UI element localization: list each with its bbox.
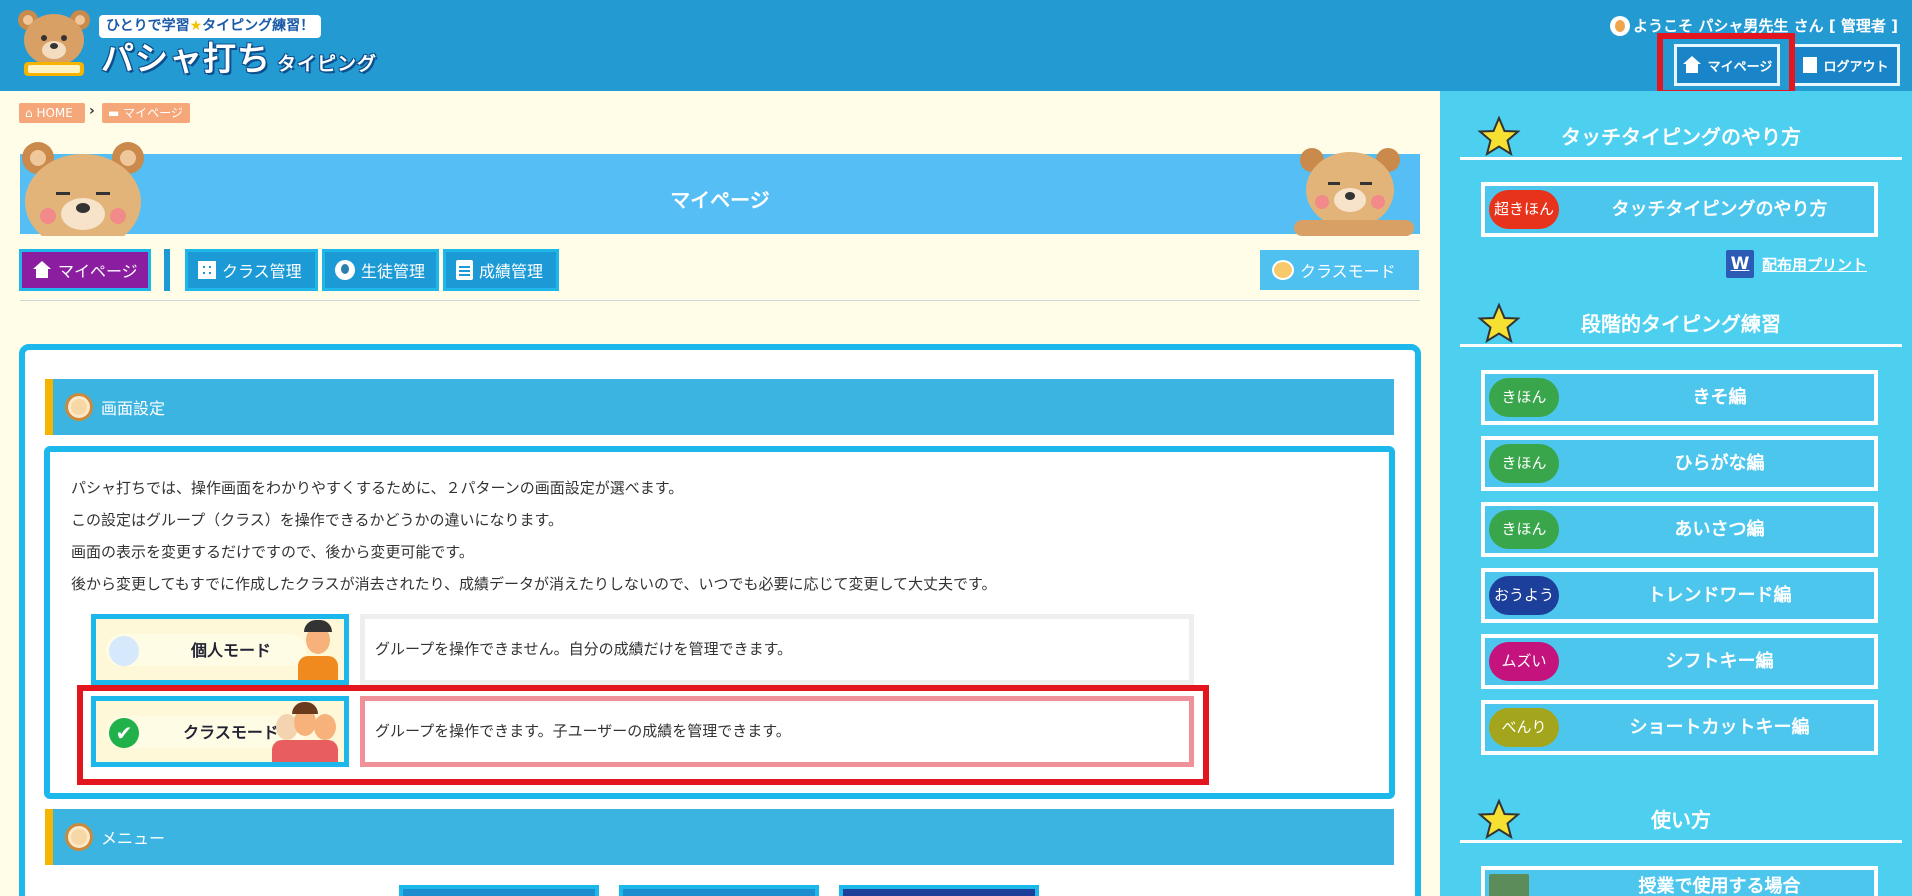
sidebar-item-basics[interactable]: きほん きそ編 bbox=[1481, 370, 1878, 425]
logout-label: ログアウト bbox=[1823, 59, 1889, 75]
sidebar-heading-usage: 使い方 bbox=[1460, 797, 1902, 843]
highlight-box-mypage bbox=[1657, 33, 1795, 96]
sidebar-item-label: 授業で使用する場合 bbox=[1638, 875, 1801, 896]
class-mode-label: クラスモード bbox=[1300, 262, 1396, 281]
student-icon bbox=[335, 260, 355, 280]
menu-card[interactable] bbox=[399, 885, 599, 896]
nav-divider bbox=[164, 249, 170, 291]
bear-face-left-icon bbox=[22, 142, 144, 236]
tagline: ひとりで学習★タイピング練習！ bbox=[99, 15, 322, 38]
bear-mascot-logo-icon[interactable] bbox=[16, 8, 92, 80]
class-mode-badge[interactable]: クラスモード bbox=[1260, 250, 1419, 290]
personal-mode-option[interactable]: 個人モード bbox=[91, 614, 349, 685]
coin-icon bbox=[65, 823, 93, 851]
sidebar-item-label: トレンドワード編 bbox=[1647, 585, 1792, 606]
logout-button[interactable]: ログアウト bbox=[1792, 44, 1900, 86]
page-title: マイページ bbox=[670, 188, 770, 212]
settings-desc-line: 画面の表示を変更するだけですので、後から変更可能です。 bbox=[71, 543, 474, 561]
screen-settings-heading: 画面設定 bbox=[45, 379, 1394, 435]
breadcrumb-current: ▬ マイページ bbox=[102, 103, 190, 123]
nav-mypage-label: マイページ bbox=[58, 262, 138, 281]
level-badge: きほん bbox=[1489, 444, 1559, 483]
home-icon: ⌂ bbox=[25, 106, 33, 120]
group-icon bbox=[1272, 260, 1294, 280]
sidebar-item-touch-typing[interactable]: 超きほん タッチタイピングのやり方 bbox=[1481, 182, 1878, 237]
sidebar-item-label: きそ編 bbox=[1692, 387, 1747, 408]
sidebar-item-shortcut-keys[interactable]: べんり ショートカットキー編 bbox=[1481, 700, 1878, 755]
nav-separator bbox=[20, 300, 1420, 301]
clipboard-icon bbox=[456, 260, 473, 280]
building-icon bbox=[198, 261, 216, 279]
sidebar-item-label: シフトキー編 bbox=[1665, 651, 1774, 672]
star-icon: ★ bbox=[189, 18, 203, 34]
sidebar-item-label: ひらがな編 bbox=[1674, 453, 1765, 474]
home-icon bbox=[32, 261, 52, 279]
level-badge: きほん bbox=[1489, 510, 1559, 549]
highlight-box-class-mode bbox=[77, 685, 1209, 785]
sidebar-item-greetings[interactable]: きほん あいさつ編 bbox=[1481, 502, 1878, 557]
person-illustration-icon bbox=[296, 619, 338, 680]
classroom-icon bbox=[1489, 874, 1529, 896]
level-badge: きほん bbox=[1489, 378, 1559, 417]
bear-face-right-icon bbox=[1294, 148, 1414, 236]
print-handout-label: 配布用プリント bbox=[1762, 255, 1868, 274]
print-handout-link[interactable]: W 配布用プリント bbox=[1726, 250, 1867, 278]
sidebar-item-hiragana[interactable]: きほん ひらがな編 bbox=[1481, 436, 1878, 491]
word-document-icon: W bbox=[1726, 250, 1754, 278]
folder-icon: ▬ bbox=[108, 106, 120, 120]
sidebar-item-label: ショートカットキー編 bbox=[1629, 717, 1810, 738]
breadcrumb-current-label: マイページ bbox=[123, 106, 183, 120]
tagline-post: タイピング練習！ bbox=[202, 18, 315, 34]
level-badge: 超きほん bbox=[1489, 190, 1559, 229]
level-badge: べんり bbox=[1489, 708, 1559, 747]
settings-desc-line: 後から変更してもすでに作成したクラスが消去されたり、成績データが消えたりしないの… bbox=[71, 575, 997, 593]
breadcrumb-chevron-icon: › bbox=[89, 103, 95, 119]
user-avatar-icon bbox=[1610, 15, 1631, 36]
sidebar-heading-touch-typing: タッチタイピングのやり方 bbox=[1460, 114, 1902, 160]
sidebar-item-trend-words[interactable]: おうよう トレンドワード編 bbox=[1481, 568, 1878, 623]
coin-icon bbox=[65, 393, 93, 421]
screen-settings-title: 画面設定 bbox=[101, 399, 166, 418]
menu-title: メニュー bbox=[101, 829, 166, 848]
nav-grade-manage-button[interactable]: 成績管理 bbox=[443, 249, 559, 291]
sidebar-heading-step-practice: 段階的タイピング練習 bbox=[1460, 301, 1902, 347]
menu-heading: メニュー bbox=[45, 809, 1394, 865]
nav-grade-manage-label: 成績管理 bbox=[479, 262, 544, 281]
menu-card[interactable] bbox=[839, 885, 1039, 896]
site-logo[interactable]: パシャ打ち タイピング bbox=[101, 39, 377, 84]
logo-sub: タイピング bbox=[277, 53, 378, 75]
level-badge: おうよう bbox=[1489, 576, 1559, 615]
sidebar-item-shift-key[interactable]: ムズい シフトキー編 bbox=[1481, 634, 1878, 689]
nav-mypage-button[interactable]: マイページ bbox=[19, 249, 151, 291]
nav-student-manage-button[interactable]: 生徒管理 bbox=[322, 249, 439, 291]
logo-main: パシャ打ち bbox=[101, 39, 271, 78]
tagline-pre: ひとりで学習 bbox=[106, 18, 190, 34]
nav-class-manage-button[interactable]: クラス管理 bbox=[185, 249, 318, 291]
personal-mode-label: 個人モード bbox=[190, 641, 271, 660]
settings-desc-line: この設定はグループ（クラス）を操作できるかどうかの違いになります。 bbox=[71, 511, 564, 529]
breadcrumb-home-label: HOME bbox=[36, 106, 73, 120]
nav-class-manage-label: クラス管理 bbox=[222, 262, 302, 281]
settings-desc-line: パシャ打ちでは、操作画面をわかりやすくするために、２パターンの画面設定が選べます… bbox=[71, 479, 684, 497]
nav-student-manage-label: 生徒管理 bbox=[361, 262, 426, 281]
breadcrumb-home[interactable]: ⌂ HOME bbox=[19, 103, 85, 123]
sidebar-item-label: タッチタイピングのやり方 bbox=[1611, 199, 1828, 220]
menu-card[interactable] bbox=[619, 885, 819, 896]
logout-icon bbox=[1803, 57, 1818, 73]
radio-unchecked-icon[interactable] bbox=[109, 636, 139, 666]
level-badge: ムズい bbox=[1489, 642, 1559, 681]
personal-mode-description: グループを操作できません。自分の成績だけを管理できます。 bbox=[360, 614, 1194, 685]
sidebar-item-label: あいさつ編 bbox=[1674, 519, 1765, 540]
sidebar-item-class-use[interactable]: 授業で使用する場合 bbox=[1481, 866, 1878, 896]
